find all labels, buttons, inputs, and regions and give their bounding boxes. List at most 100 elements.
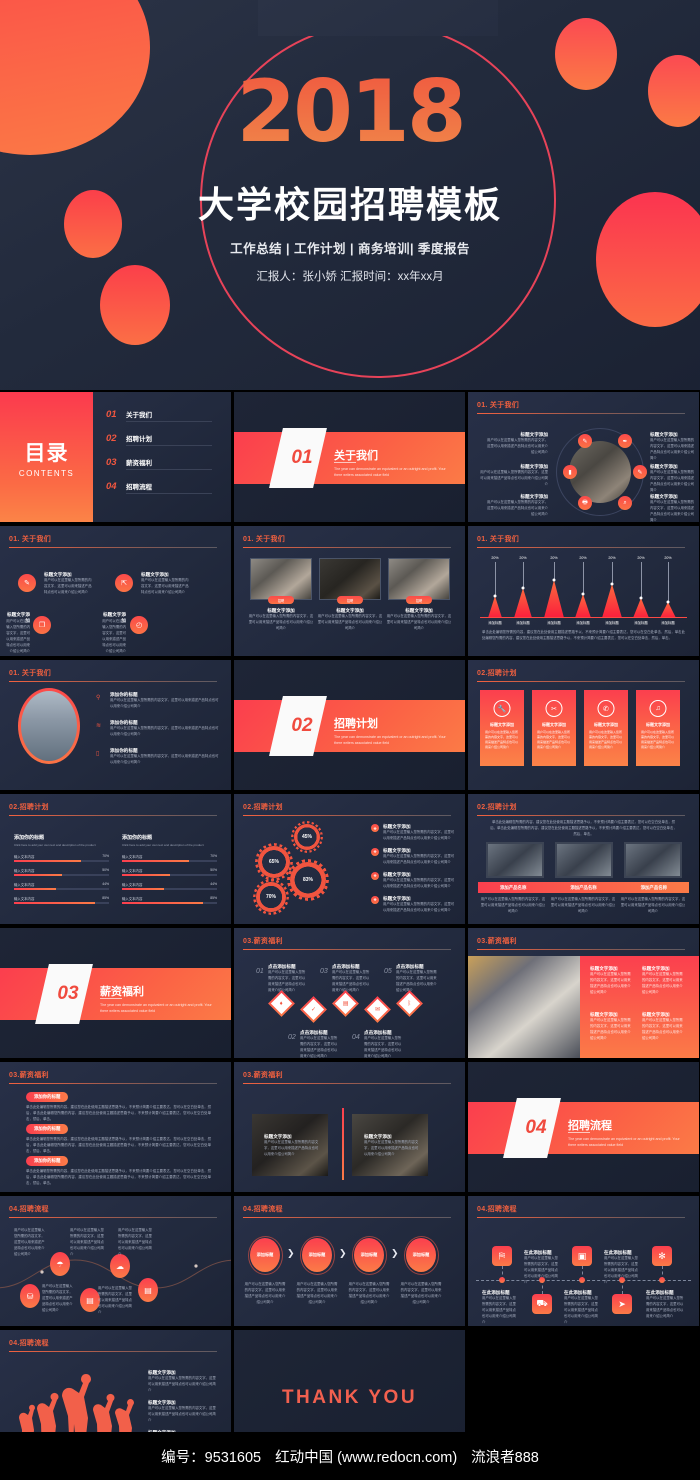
thumb-arrow-flow[interactable]: 04.招聘流程 添加标题 ❯ 添加标题 ❯ 添加标题 ❯ 添加标题 用户可以在这… (234, 1196, 465, 1326)
thumb-gears[interactable]: 02.招聘计划 45% 65% 83% 70% ❖ 标题文字添加 用户可以在这里输入… (234, 794, 465, 924)
thumb-split-panel[interactable]: 03.薪资福利 标题文字添加 用户可以在这里输入您所需的内容文字，这里可以用来描述… (468, 928, 699, 1058)
slide-header: 01. 关于我们 (9, 670, 52, 677)
row-label: 输入文本内容 (122, 854, 143, 859)
x-tick-label: 添加标题 (605, 621, 619, 625)
thumb-hub-diagram[interactable]: 01. 关于我们 ✎ ✒ ▮ ✎ 🖶 ⌕ 标题文字添加 用户可以在这里输入您所需… (468, 392, 699, 522)
mountain-chart: 20% 20% 20% 20% 20% 20% 20% 添加标题 添加标题 添加… (480, 556, 687, 625)
section-desc: The year can demonstrate an equivalent o… (568, 1137, 680, 1148)
thumb-products[interactable]: 02.招聘计划 单击此处编辑您所需的内容，建议您在此处使用主题描述思路予以，不来… (468, 794, 699, 924)
slide-header: 04.招聘流程 (477, 1206, 517, 1213)
divider (334, 462, 356, 463)
card[interactable]: ✂ 标题文字添加 用户可以在这里输入您所需的内容文字，这里可以用来描述产品特点也… (532, 690, 576, 766)
flow-step[interactable]: 添加标题 (403, 1235, 439, 1275)
thumb-section-01[interactable]: 01 关于我们 The year can demonstrate an equi… (234, 392, 465, 522)
row-value: 85% (210, 895, 217, 900)
flow-step[interactable]: 添加标题 (299, 1235, 335, 1275)
thumb-four-cards[interactable]: 02.招聘计划 🔧 标题文字添加 用户可以在这里输入您所需的内容文字，这里可以用… (468, 660, 699, 790)
leader-line (523, 562, 524, 588)
camera-icon[interactable]: ▣ (572, 1246, 592, 1266)
umbrella-icon[interactable]: ☂ (50, 1252, 70, 1276)
row-label: 输入文本内容 (122, 896, 143, 901)
thumb-section-04[interactable]: 04 招聘流程 The year can demonstrate an equi… (468, 1062, 699, 1192)
pen-icon[interactable]: ✎ (633, 465, 647, 479)
step-number: 01 (256, 968, 264, 975)
flow-step[interactable]: 添加标题 (351, 1235, 387, 1275)
item-number: 02 (106, 433, 117, 444)
thumb-section-02[interactable]: 02 招聘计划 The year can demonstrate an equi… (234, 660, 465, 790)
thumb-two-photos[interactable]: 03.薪资福利 标题文字添加 用户可以在这里输入您所需的内容文字，这里可以用来描述… (234, 1062, 465, 1192)
gear-shape: 65% (258, 846, 290, 878)
briefcase-icon[interactable]: ▮ (563, 465, 577, 479)
leader-line (668, 562, 669, 602)
tools-icon[interactable]: ✻ (652, 1246, 672, 1266)
photo (250, 558, 312, 600)
product-name: 添加产品名称 (640, 885, 667, 890)
thumb-section-03[interactable]: 03 薪资福利 The year can demonstrate an equi… (0, 928, 231, 1058)
share-icon[interactable]: ⇱ (115, 574, 133, 592)
tshirt-icon[interactable]: ⛁ (20, 1284, 40, 1308)
chevron-right-icon: ❯ (287, 1248, 295, 1258)
pencil-icon[interactable]: ✒ (618, 434, 632, 448)
card-title: 标题文字添加 (594, 722, 618, 727)
timeline-node (499, 1277, 505, 1283)
info-panel: 标题文字添加 用户可以在这里输入您所需的内容文字，这里可以用来描述产品特点也可以用… (580, 956, 699, 1058)
section-desc: The year can demonstrate an equivalent o… (334, 467, 446, 478)
list-item[interactable]: 02 招聘计划 (106, 433, 219, 446)
bullet-icon: ❖ (371, 824, 379, 832)
mail-icon: ✉ (374, 1007, 381, 1013)
thumb-progress-bars[interactable]: 02.招聘计划 添加你的标题 Click here to add your ow… (0, 794, 231, 924)
x-tick-label: 添加标题 (488, 621, 502, 625)
list-item[interactable]: 03 薪资福利 (106, 457, 219, 470)
podium-icon[interactable]: ⛿ (492, 1246, 512, 1266)
card[interactable]: 🔧 标题文字添加 用户可以在这里输入您所需的内容文字，这里可以用来描述产品特点也… (480, 690, 524, 766)
progress-row: 输入文本内容 85% (14, 896, 109, 904)
data-label: 20% (550, 556, 558, 560)
thumb-pill-list[interactable]: 03.薪资福利 添加你的标题 单击此处编辑您所需的内容，建议您在此处使用主题描述… (0, 1062, 231, 1192)
truck-icon[interactable]: ⛟ (532, 1294, 552, 1314)
thumb-contents[interactable]: 目录 CONTENTS 01 关于我们 02 招聘计划 03 薪资福利 04 招… (0, 392, 231, 522)
wrench-icon: 🔧 (493, 700, 511, 717)
data-label: 20% (491, 556, 499, 560)
pencil-icon[interactable]: ✎ (578, 434, 592, 448)
thumb-icon-text[interactable]: 01. 关于我们 ✎ 标题文字添加 用户可以在这里输入您所需的内容文字，这里可以… (0, 526, 231, 656)
item-label: 招聘计划 (126, 436, 152, 443)
map-icon[interactable]: ▤ (80, 1288, 100, 1312)
flow-step[interactable]: 添加标题 (247, 1235, 283, 1275)
thumb-timeline[interactable]: 04.招聘流程 ⛿ ▣ ✻ ⛟ ➤ 在此添加标题 用户可以在这里输入您所需的内容文… (468, 1196, 699, 1326)
data-label: 20% (608, 556, 616, 560)
card-desc: 用户可以在这里输入您所需的内容文字，这里可以用来描述产品特点也可以用来介绍公司简… (485, 730, 519, 750)
list-item[interactable]: 04 招聘流程 (106, 481, 219, 494)
card-title: 标题文字添加 (646, 722, 670, 727)
printer-icon[interactable]: 🖶 (578, 496, 592, 510)
data-point (493, 594, 497, 598)
step-desc: 用户可以在这里输入您所需的内容文字，这里可以用来描述产品特点也可以用来介绍公司简… (244, 1282, 286, 1304)
step-number: 02 (288, 1034, 296, 1041)
thumb-three-photos[interactable]: 01. 关于我们 招聘 标题文字添加 用户可以在这里输入您所需的内容文字，这里可… (234, 526, 465, 656)
list-item[interactable]: 01 关于我们 (106, 409, 219, 422)
pill-desc: 单击此处编辑您所需的内容，建议您在此处使用主题描述思路予以，不来预计简要介绍主要… (26, 1137, 211, 1153)
thumb-mountain-chart[interactable]: 01. 关于我们 20% 20% 20% 20% 20% 20% 20% 添加标… (468, 526, 699, 656)
rocket-icon[interactable]: ➤ (612, 1294, 632, 1314)
thumb-wave-flow[interactable]: 04.招聘流程 ⛁ ☂ ▤ ☁ ▤ 用户可以在这里输入您所需的内容文字，这里可以… (0, 1196, 231, 1326)
card[interactable]: ♫ 标题文字添加 用户可以在这里输入您所需的内容文字，这里可以用来描述产品特点也… (636, 690, 680, 766)
search-icon[interactable]: ⌕ (618, 496, 632, 510)
list-item: ❖ 标题文字添加 用户可以在这里输入您所需的内容文字，这里可以用来描述产品特点也可以… (371, 871, 455, 890)
section-title: 关于我们 (334, 450, 378, 462)
section-title: 招聘计划 (334, 718, 378, 730)
card[interactable]: ✆ 标题文字添加 用户可以在这里输入您所需的内容文字，这里可以用来描述产品特点也… (584, 690, 628, 766)
list-icon[interactable]: ▤ (138, 1278, 158, 1302)
list-item: ❖ 标题文字添加 用户可以在这里输入您所需的内容文字，这里可以用来描述产品特点也可以… (371, 824, 455, 842)
edit-icon[interactable]: ✎ (18, 574, 36, 592)
column-heading: 添加你的标题 (14, 835, 45, 841)
section-desc: The year can demonstrate an equivalent o… (100, 1003, 212, 1014)
photo-desc: 用户可以在这里输入您所需的内容文字，这里可以用来描述产品特点也可以用来介绍公司简… (248, 614, 314, 630)
copy-icon[interactable]: ❐ (33, 616, 51, 634)
slide-header: 03.薪资福利 (9, 1072, 49, 1079)
gear-value: 70% (265, 894, 276, 900)
thumb-diamonds[interactable]: 03.薪资福利 01 点击添加标题 用户可以在这里输入您所需的内容文字，这里可以用… (234, 928, 465, 1058)
pill-badge: 添加你的标题 (26, 1156, 69, 1166)
node-desc: 用户可以在这里输入您所需的内容文字，这里可以用来描述产品特点也可以用来介绍公司简… (486, 438, 548, 454)
thumb-city-photo[interactable]: 01. 关于我们 ⚲ 添加你的标题 用户可以在这里输入您所需的内容文字，这里可以… (0, 660, 231, 790)
clock-icon[interactable]: ◴ (130, 616, 148, 634)
step-number: 05 (384, 968, 392, 975)
